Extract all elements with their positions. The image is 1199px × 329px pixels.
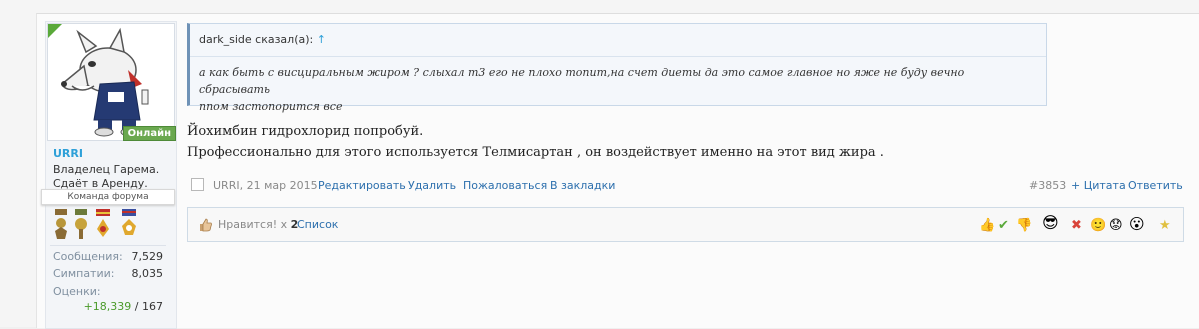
stat-messages-value: 7,529 <box>131 250 164 263</box>
likes-bar: Нравится! x 2 Список 👍 ✔ 👎 😎 ✖ 🙂 😟 😮 ★ <box>187 207 1184 242</box>
post-author-date[interactable]: URRI, 21 мар 2015 <box>213 179 318 192</box>
team-banner: Команда форума <box>41 189 175 205</box>
medal-icon <box>55 209 67 239</box>
thumbs-down-icon[interactable]: 👎 <box>1016 219 1032 233</box>
bookmark-link[interactable]: В закладки <box>550 179 615 192</box>
quote-link[interactable]: + Цитата <box>1071 179 1126 192</box>
report-link[interactable]: Пожаловаться <box>463 179 547 192</box>
quote-text: а как быть с висциральным жиром ? слыхал… <box>199 64 1034 115</box>
quote-header: dark_side сказал(а): ↑ <box>199 33 326 46</box>
likes-label: Нравится! x <box>218 218 288 231</box>
like-hand-icon <box>200 218 212 232</box>
stat-ratings-separator: / <box>131 300 142 313</box>
reply-link[interactable]: Ответить <box>1128 179 1183 192</box>
star-icon[interactable]: ★ <box>1159 219 1171 233</box>
cool-face-icon[interactable]: 😎 <box>1042 215 1059 231</box>
medal-icon <box>96 209 110 237</box>
quote-block: dark_side сказал(а): ↑ а как быть с висц… <box>187 23 1047 113</box>
message-line1: Йохимбин гидрохлорид попробуй. <box>187 124 424 139</box>
medal-icon <box>122 209 136 235</box>
smile-icon[interactable]: 🙂 <box>1090 219 1106 233</box>
quote-divider <box>190 56 1046 57</box>
edit-link[interactable]: Редактировать <box>318 179 406 192</box>
stat-ratings-positive: +18,339 <box>83 300 132 313</box>
avatar[interactable]: Онлайн <box>47 23 176 141</box>
post-number-link[interactable]: #3853 <box>1029 179 1066 192</box>
username-link[interactable]: URRI <box>53 147 83 160</box>
quote-jump-arrow-icon[interactable]: ↑ <box>317 33 326 46</box>
stat-likes-value: 8,035 <box>131 267 164 280</box>
quote-text-line2: ппом застопорится все <box>199 100 343 113</box>
stats-divider <box>50 245 166 246</box>
user-title-line1: Владелец Гарема. <box>53 163 160 176</box>
stat-ratings-label: Оценки: <box>53 285 101 298</box>
likes-summary: Нравится! x 2 <box>218 218 298 231</box>
medal-icon <box>75 209 87 239</box>
stat-ratings-negative: 167 <box>142 300 163 313</box>
online-badge: Онлайн <box>122 126 176 141</box>
sad-face-icon[interactable]: 😟 <box>1109 219 1123 233</box>
delete-link[interactable]: Удалить <box>408 179 456 192</box>
thumbs-up-icon[interactable]: 👍 <box>979 219 995 233</box>
surprised-face-icon[interactable]: 😮 <box>1129 217 1145 232</box>
quote-text-line1: а как быть с висциральным жиром ? слыхал… <box>199 66 965 96</box>
quote-author: dark_side сказал(а): <box>199 33 314 46</box>
select-post-checkbox[interactable] <box>191 178 204 191</box>
cross-icon[interactable]: ✖ <box>1071 219 1082 233</box>
likes-list-link[interactable]: Список <box>297 218 338 231</box>
message-line2: Профессионально для этого используется Т… <box>187 145 884 160</box>
avatar-dog-image <box>61 27 149 137</box>
check-icon[interactable]: ✔ <box>998 219 1009 233</box>
stat-ratings-value: +18,339 / 167 <box>60 300 163 313</box>
